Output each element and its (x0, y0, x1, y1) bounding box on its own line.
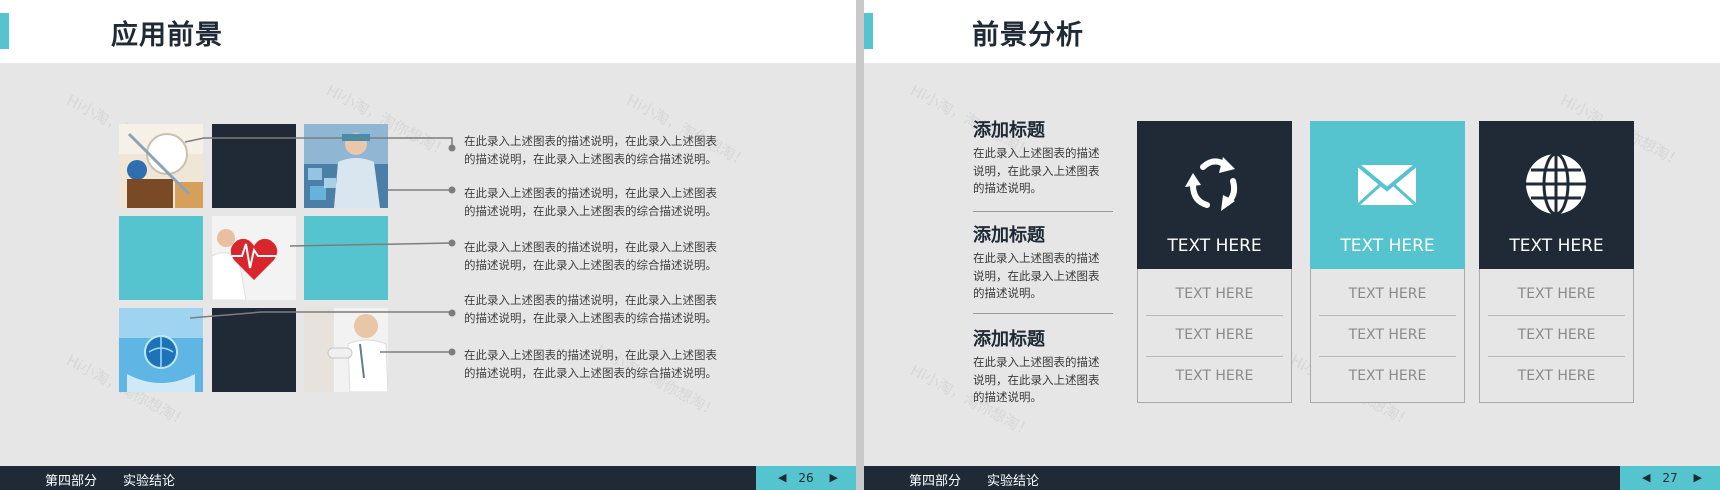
item-heading: 添加标题 (973, 120, 1045, 141)
card-row-divider (1146, 315, 1283, 316)
footer-subtitle: 实验结论 (123, 474, 176, 489)
page-number: 27 (1662, 471, 1678, 485)
footer-section: 第四部分 (909, 474, 962, 489)
card-row: TEXT HERE (1348, 368, 1427, 384)
slide-header: 前景分析 (864, 0, 1720, 63)
card-row-divider (1488, 356, 1625, 357)
item-description: 在此录入上述图表的描述 说明，在此录入上述图表 的描述说明。 (973, 146, 1100, 195)
recycle-icon (1185, 157, 1238, 211)
card-title: TEXT HERE (1509, 236, 1604, 256)
divider (973, 313, 1113, 314)
next-page-icon[interactable]: ▶ (1694, 471, 1702, 484)
page-title: 前景分析 (972, 20, 1084, 51)
feature-card: TEXT HERE TEXT HERE TEXT HERE TEXT HERE (1137, 121, 1292, 403)
page-number: 26 (798, 471, 814, 485)
card-row: TEXT HERE (1348, 327, 1427, 343)
card-header: TEXT HERE (1479, 121, 1634, 269)
slide-footer: 第四部分 实验结论 ◀ 27 ▶ (864, 466, 1720, 490)
page-pager: ◀ 27 ▶ (1620, 466, 1720, 490)
globe-icon (1526, 152, 1586, 216)
divider (973, 211, 1113, 212)
card-row: TEXT HERE (1175, 327, 1254, 343)
item-description: 在此录入上述图表的描述 说明，在此录入上述图表 的描述说明。 (973, 355, 1100, 404)
card-row-divider (1146, 356, 1283, 357)
card-header: TEXT HERE (1310, 121, 1465, 269)
envelope-icon (1356, 163, 1418, 207)
description-block: 在此录入上述图表的描述说明，在此录入上述图表 的描述说明，在此录入上述图表的综合… (464, 240, 717, 272)
description-block: 在此录入上述图表的描述说明，在此录入上述图表 的描述说明，在此录入上述图表的综合… (464, 293, 717, 325)
card-row-divider (1488, 315, 1625, 316)
card-row-divider (1319, 315, 1456, 316)
slide-27: Hi小淘，淘你想淘！ Hi小淘，淘你想淘！ Hi小淘，淘你想淘！ Hi小淘，淘你… (864, 0, 1720, 490)
footer-subtitle: 实验结论 (987, 474, 1040, 489)
card-row: TEXT HERE (1175, 286, 1254, 302)
card-row: TEXT HERE (1517, 327, 1596, 343)
description-block: 在此录入上述图表的描述说明，在此录入上述图表 的描述说明，在此录入上述图表的综合… (464, 348, 717, 380)
next-page-icon[interactable]: ▶ (830, 471, 838, 484)
slide-footer: 第四部分 实验结论 ◀ 26 ▶ (0, 466, 856, 490)
item-heading: 添加标题 (973, 329, 1045, 350)
card-row: TEXT HERE (1175, 368, 1254, 384)
description-block: 在此录入上述图表的描述说明，在此录入上述图表 的描述说明，在此录入上述图表的综合… (464, 186, 717, 218)
card-row: TEXT HERE (1348, 286, 1427, 302)
item-heading: 添加标题 (973, 225, 1045, 246)
footer-section: 第四部分 (45, 474, 98, 489)
card-title: TEXT HERE (1167, 236, 1262, 256)
description-block: 在此录入上述图表的描述说明，在此录入上述图表 的描述说明，在此录入上述图表的综合… (464, 134, 717, 166)
card-row: TEXT HERE (1517, 368, 1596, 384)
page-pager: ◀ 26 ▶ (756, 466, 856, 490)
card-row-divider (1319, 356, 1456, 357)
card-header: TEXT HERE (1137, 121, 1292, 269)
card-title: TEXT HERE (1340, 236, 1435, 256)
item-description: 在此录入上述图表的描述 说明，在此录入上述图表 的描述说明。 (973, 251, 1100, 300)
feature-card: TEXT HERE TEXT HERE TEXT HERE TEXT HERE (1479, 121, 1634, 403)
feature-card: TEXT HERE TEXT HERE TEXT HERE TEXT HERE (1310, 121, 1465, 403)
slide-26: Hi小淘，淘你想淘！ Hi小淘，淘你想淘！ Hi小淘，淘你想淘！ Hi小淘，淘你… (0, 0, 856, 490)
card-row: TEXT HERE (1517, 286, 1596, 302)
header-accent-bar (864, 13, 873, 49)
